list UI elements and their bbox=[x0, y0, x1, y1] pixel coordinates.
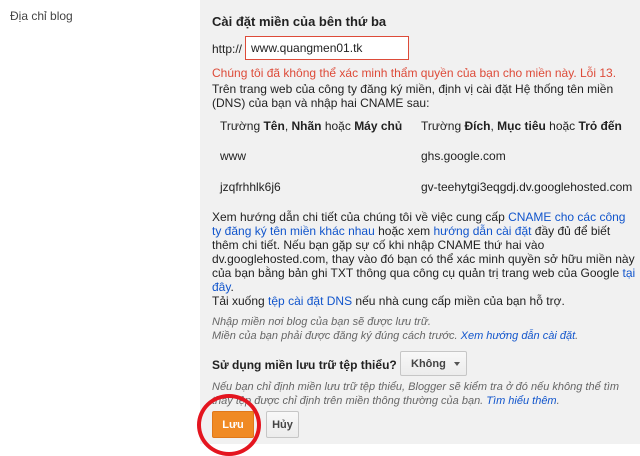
dns-settings-file-link[interactable]: tệp cài đặt DNS bbox=[268, 294, 352, 308]
error-message: Chúng tôi đã không thể xác minh thẩm quy… bbox=[212, 66, 617, 80]
save-button[interactable]: Lưu bbox=[212, 411, 254, 438]
cname-row-target: ghs.google.com bbox=[421, 149, 506, 163]
cname-row-name: www bbox=[220, 149, 246, 163]
learn-more-link[interactable]: Tìm hiểu thêm bbox=[486, 395, 556, 407]
minimal-domain-select[interactable]: Không bbox=[400, 351, 467, 376]
chevron-down-icon bbox=[453, 361, 460, 366]
webmaster-tools-link[interactable]: tại bbox=[623, 266, 636, 280]
webmaster-tools-link[interactable]: đây bbox=[212, 280, 230, 294]
minimal-domain-label: Sử dụng miền lưu trữ tệp thiểu? bbox=[212, 358, 397, 372]
cname-row-target: gv-teehytgi3eqgdj.dv.googlehosted.com bbox=[421, 180, 633, 194]
cname-registrars-link[interactable]: CNAME cho các công bbox=[508, 210, 625, 224]
setup-guide-link[interactable]: Xem hướng dẫn cài đặt bbox=[461, 330, 576, 342]
cancel-button[interactable]: Hủy bbox=[266, 411, 299, 438]
instructions-text: Trên trang web của công ty đăng ký miền,… bbox=[212, 82, 636, 110]
minimal-domain-hint: Nếu bạn chỉ định miền lưu trữ tệp thiểu,… bbox=[212, 381, 620, 407]
help-text: Xem hướng dẫn chi tiết của chúng tôi về … bbox=[212, 210, 636, 308]
section-title: Cài đặt miền của bên thứ ba bbox=[212, 14, 387, 29]
select-value: Không bbox=[411, 357, 446, 370]
cname-header-target: Trường Đích, Mục tiêu hoặc Trỏ đến bbox=[421, 119, 622, 133]
domain-input[interactable] bbox=[245, 36, 409, 60]
setup-guide-link[interactable]: hướng dẫn cài đặt bbox=[433, 224, 531, 238]
instructions-line: (DNS) của bạn và nhập hai CNAME sau: bbox=[212, 96, 430, 110]
blog-address-label: Địa chỉ blog bbox=[10, 9, 73, 23]
cname-header-name: Trường Tên, Nhãn hoặc Máy chủ bbox=[220, 119, 403, 133]
cname-row-name: jzqfrhhlk6j6 bbox=[220, 180, 281, 194]
http-prefix-label: http:// bbox=[212, 42, 243, 56]
domain-hint: Nhập miền nơi blog của bạn sẽ được lưu t… bbox=[212, 316, 579, 342]
cname-registrars-link[interactable]: ty đăng ký tên miền khác nhau bbox=[212, 224, 375, 238]
instructions-line: Trên trang web của công ty đăng ký miền,… bbox=[212, 82, 614, 96]
